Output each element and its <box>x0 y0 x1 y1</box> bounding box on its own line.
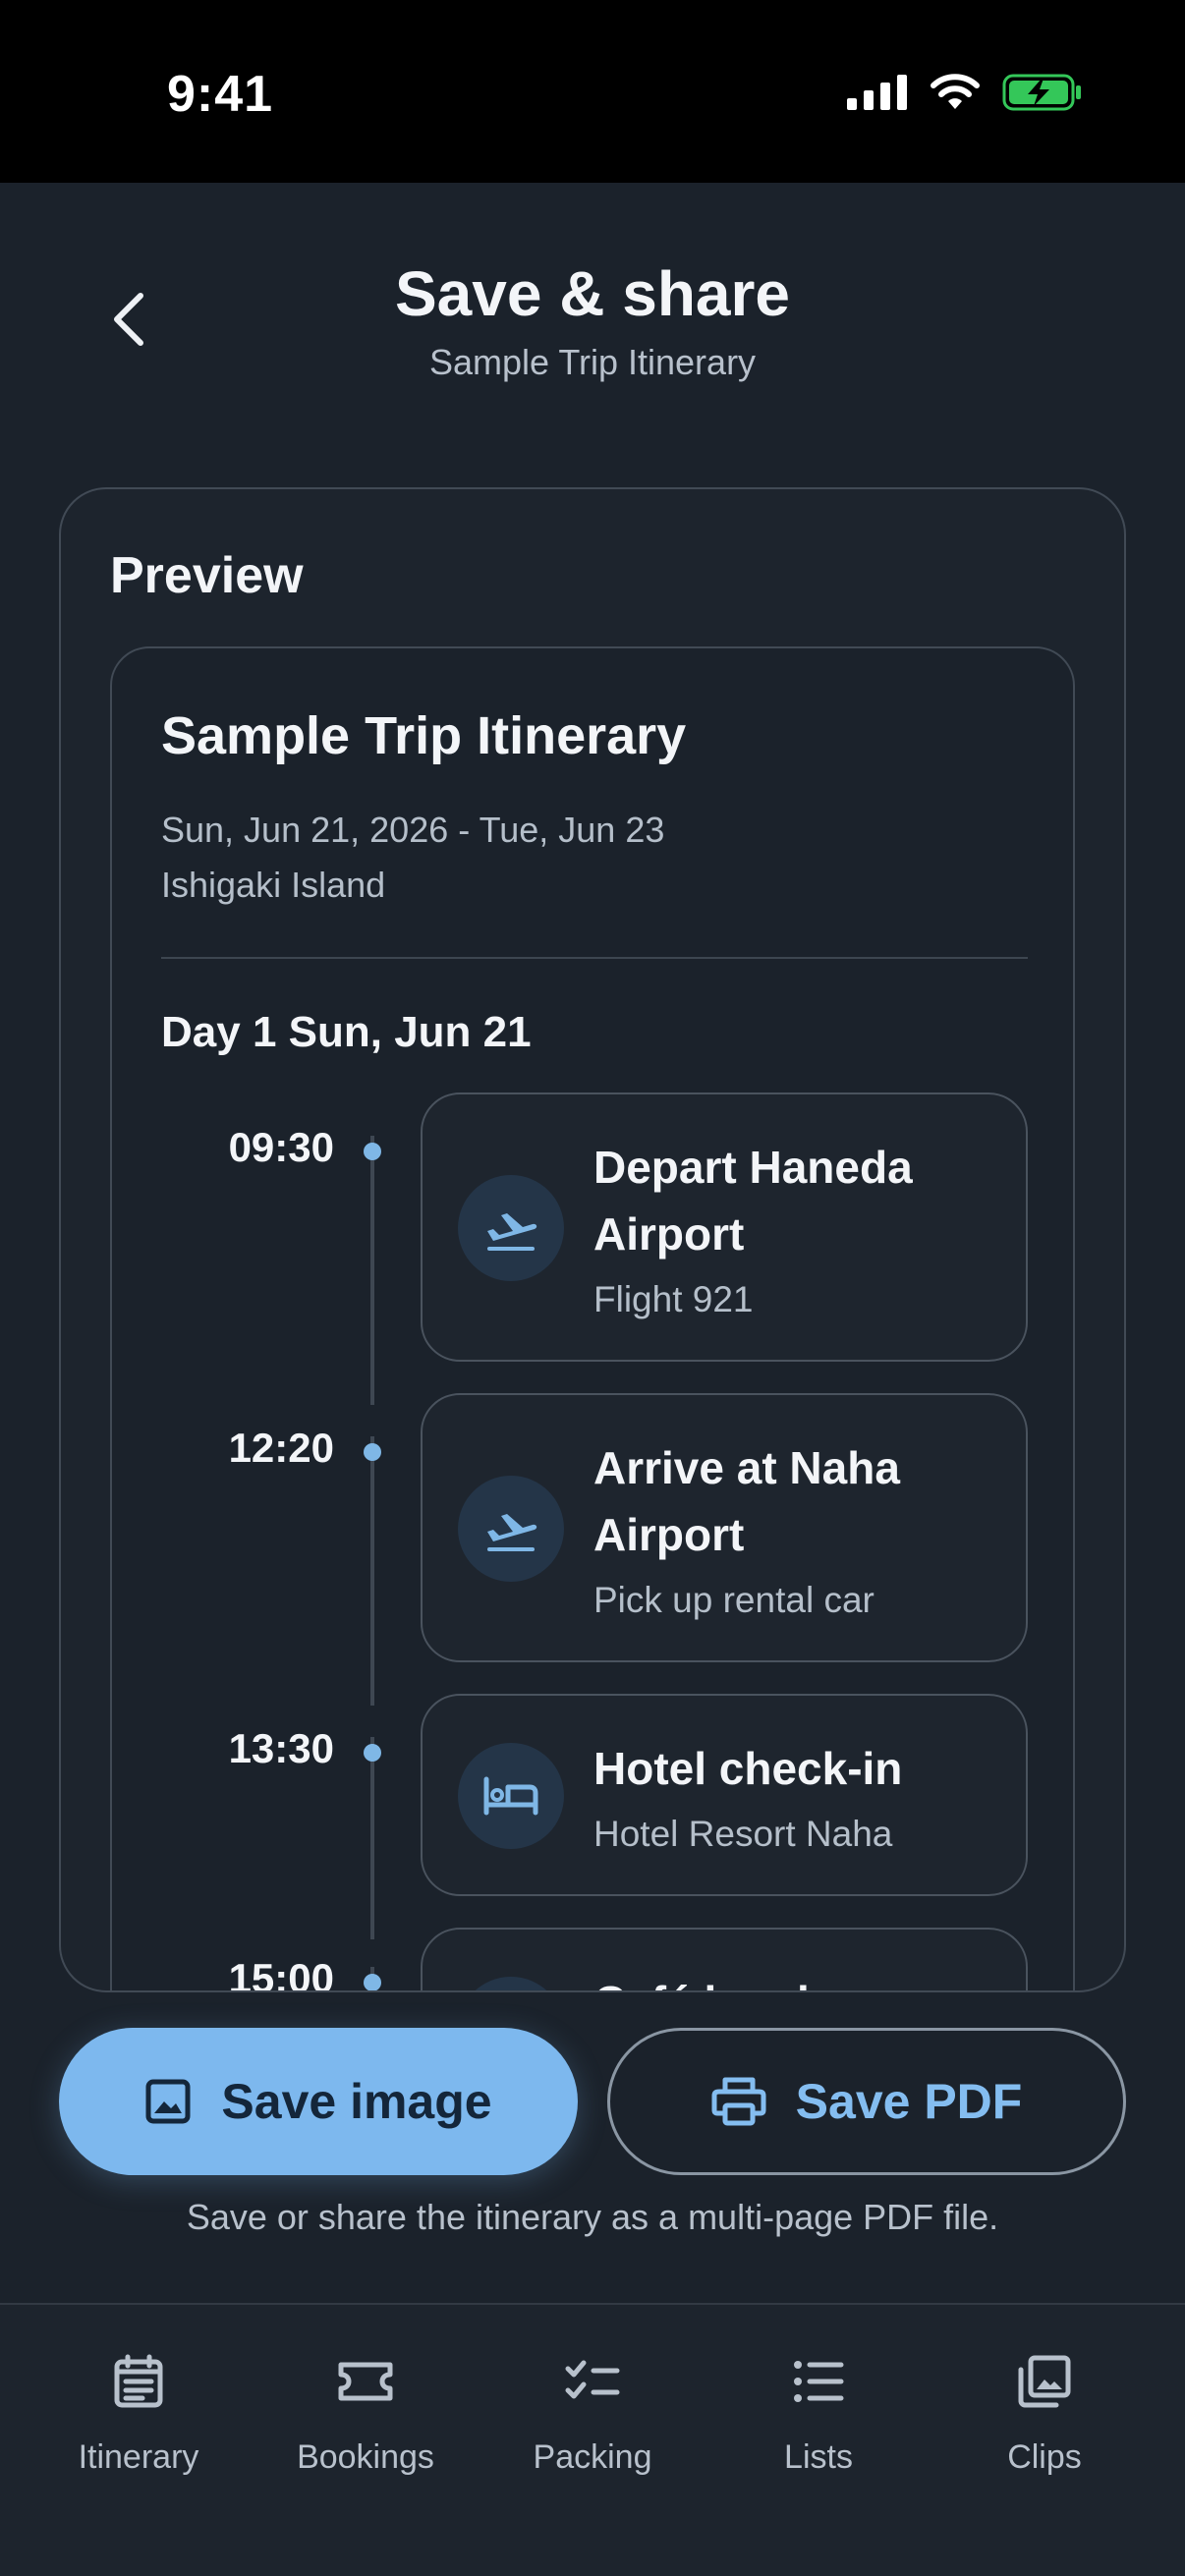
save-image-label: Save image <box>221 2074 492 2129</box>
save-help-text: Save or share the itinerary as a multi-p… <box>186 2197 999 2237</box>
event-title: Arrive at Naha Airport <box>593 1442 900 1560</box>
tab-label: Packing <box>533 2438 652 2476</box>
status-icons <box>847 73 1083 112</box>
image-icon <box>145 2079 191 2124</box>
bottom-tab-bar: Itinerary Bookings Packing Lists Clips <box>0 2303 1185 2576</box>
event-subtitle: Hotel Resort Naha <box>593 1814 893 1854</box>
status-time: 9:41 <box>167 66 274 123</box>
cafe-icon <box>458 1977 564 1990</box>
event-time: 12:20 <box>228 1425 334 1471</box>
wifi-icon <box>931 74 980 109</box>
tab-label: Bookings <box>297 2438 434 2476</box>
preview-panel[interactable]: Preview Sample Trip Itinerary Sun, Jun 2… <box>59 487 1126 1992</box>
timeline-dot <box>364 1143 381 1160</box>
tab-clips[interactable]: Clips <box>931 2350 1157 2497</box>
save-pdf-label: Save PDF <box>795 2074 1023 2129</box>
event-card: Depart Haneda Airport Flight 921 <box>421 1092 1028 1362</box>
timeline-dot <box>364 1744 381 1762</box>
app-screen: 9:41 Save & share Sample Trip Itinerary … <box>0 0 1185 2576</box>
event-time: 09:30 <box>228 1124 334 1170</box>
tab-label: Itinerary <box>78 2438 199 2476</box>
page-subtitle: Sample Trip Itinerary <box>428 342 757 382</box>
event-title: Café lunch <box>593 1969 1002 1990</box>
divider <box>161 957 1028 959</box>
preview-label: Preview <box>110 547 304 604</box>
event-title: Depart Haneda Airport <box>593 1142 913 1260</box>
list-icon <box>787 2350 850 2413</box>
status-bar: 9:41 <box>0 0 1185 183</box>
event-title: Hotel check-in <box>593 1743 903 1794</box>
battery-charging-icon <box>1002 74 1081 111</box>
event-card: Hotel check-in Hotel Resort Naha <box>421 1694 1028 1896</box>
page-title: Save & share <box>394 258 791 329</box>
tab-label: Clips <box>1007 2438 1082 2476</box>
timeline-line <box>370 1136 374 1405</box>
hotel-bed-icon <box>458 1743 564 1849</box>
save-image-button[interactable]: Save image <box>59 2028 578 2175</box>
event-subtitle: Flight 921 <box>593 1279 754 1319</box>
itinerary-icon <box>107 2350 170 2413</box>
event-time: 15:00 <box>228 1955 334 1992</box>
day-heading: Day 1 Sun, Jun 21 <box>161 1008 532 1056</box>
ticket-icon <box>334 2350 397 2413</box>
tab-bookings[interactable]: Bookings <box>253 2350 479 2497</box>
save-pdf-button[interactable]: Save PDF <box>607 2028 1126 2175</box>
event-subtitle: Pick up rental car <box>593 1580 875 1620</box>
event-card: Arrive at Naha Airport Pick up rental ca… <box>421 1393 1028 1662</box>
tab-packing[interactable]: Packing <box>480 2350 705 2497</box>
checklist-icon <box>561 2350 624 2413</box>
timeline-dot <box>364 1443 381 1461</box>
event-card: Café lunch <box>421 1928 1028 1990</box>
timeline-dot <box>364 1974 381 1990</box>
printer-icon <box>711 2077 766 2126</box>
tab-label: Lists <box>784 2438 853 2476</box>
itinerary-title: Sample Trip Itinerary <box>161 706 687 765</box>
flight-takeoff-icon <box>458 1476 564 1582</box>
flight-takeoff-icon <box>458 1175 564 1281</box>
cellular-signal-icon <box>847 75 907 110</box>
tab-itinerary[interactable]: Itinerary <box>26 2350 252 2497</box>
itinerary-location: Ishigaki Island <box>161 865 386 905</box>
tab-lists[interactable]: Lists <box>705 2350 931 2497</box>
itinerary-preview-card: Sample Trip Itinerary Sun, Jun 21, 2026 … <box>110 646 1075 1992</box>
timeline-line <box>370 1436 374 1706</box>
itinerary-dates: Sun, Jun 21, 2026 - Tue, Jun 23 <box>161 810 665 850</box>
gallery-icon <box>1013 2350 1076 2413</box>
event-time: 13:30 <box>228 1725 334 1771</box>
timeline-line <box>370 1737 374 1939</box>
